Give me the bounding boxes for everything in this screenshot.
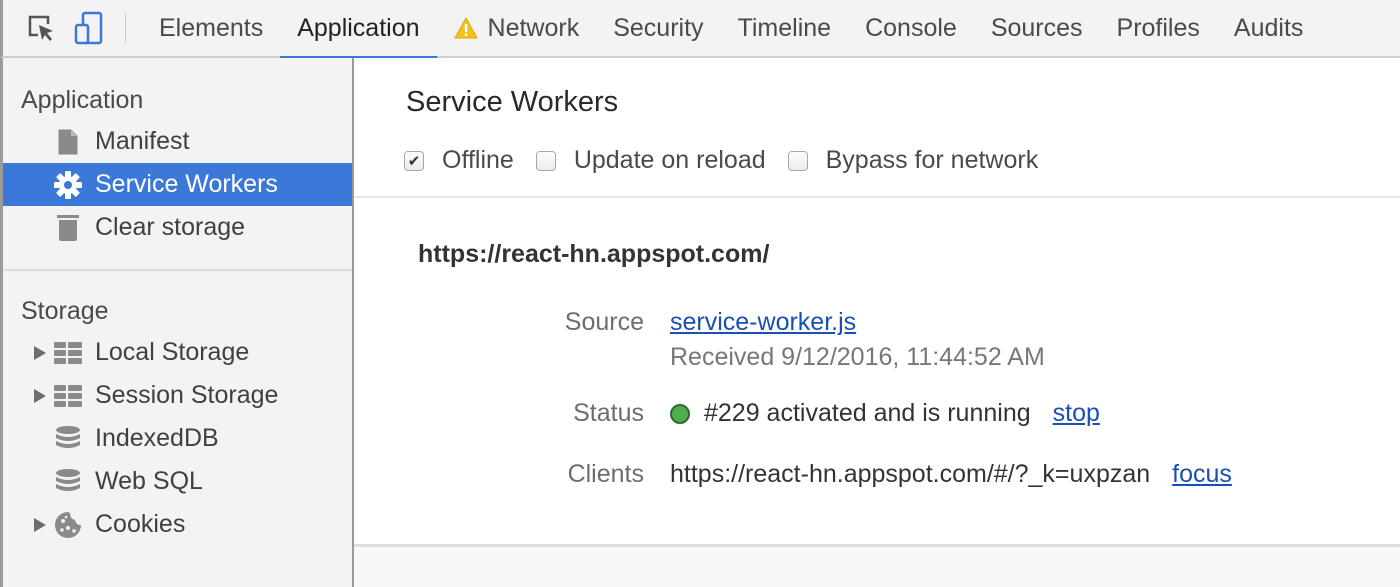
tab-label: Network — [487, 13, 580, 42]
database-icon — [53, 424, 83, 454]
sidebar-item-label: Session Storage — [95, 381, 279, 409]
tab-label: Console — [865, 13, 957, 42]
tab-elements[interactable]: Elements — [142, 0, 280, 57]
update-on-reload-checkbox[interactable]: Update on reload — [535, 146, 766, 175]
grid-icon — [53, 381, 83, 411]
tab-network[interactable]: Network — [437, 0, 597, 57]
checkbox-checked-icon[interactable]: ✔ — [404, 150, 424, 171]
status-label: Status — [573, 399, 644, 427]
option-label: Offline — [442, 146, 514, 174]
sidebar-item-clear-storage[interactable]: Clear storage — [3, 206, 352, 249]
section-divider — [354, 196, 1400, 198]
option-label: Update on reload — [573, 146, 766, 174]
offline-checkbox[interactable]: ✔ Offline — [404, 146, 514, 175]
tab-label: Security — [613, 13, 704, 42]
sidebar: Application Manifest Service Workers Cle… — [0, 58, 354, 587]
status-text: #229 activated and is running — [704, 399, 1031, 427]
sidebar-item-web-sql[interactable]: Web SQL — [3, 460, 352, 503]
tab-timeline[interactable]: Timeline — [721, 0, 849, 57]
source-value: service-worker.js — [670, 308, 856, 337]
expand-arrow-icon[interactable] — [33, 345, 51, 361]
devtools-toolbar: Elements Application Network Security Ti… — [0, 0, 1400, 59]
expand-arrow-icon[interactable] — [33, 388, 51, 404]
sidebar-item-cookies[interactable]: Cookies — [3, 503, 352, 546]
sidebar-item-label: Local Storage — [95, 338, 250, 366]
cookie-icon — [53, 510, 83, 540]
toolbar-divider — [125, 13, 126, 43]
tab-security[interactable]: Security — [596, 0, 720, 57]
tab-label: Sources — [990, 13, 1083, 42]
options-bar: ✔ Offline Update on reload Bypass for ne… — [404, 146, 1060, 175]
checkbox-unchecked-icon[interactable] — [535, 150, 556, 171]
trash-icon — [53, 213, 83, 243]
tab-label: Elements — [159, 13, 264, 42]
clients-label: Clients — [567, 460, 644, 488]
device-mode-icon[interactable] — [71, 10, 107, 46]
status-value: #229 activated and is running stop — [670, 399, 1100, 428]
grid-icon — [53, 338, 83, 368]
tab-sources[interactable]: Sources — [974, 0, 1100, 57]
gear-icon — [53, 170, 83, 200]
tab-profiles[interactable]: Profiles — [1100, 0, 1217, 57]
stop-link[interactable]: stop — [1053, 399, 1100, 428]
sidebar-item-label: IndexedDB — [95, 424, 219, 452]
source-link[interactable]: service-worker.js — [670, 308, 856, 337]
tab-console[interactable]: Console — [848, 0, 974, 57]
sidebar-item-label: Web SQL — [95, 467, 203, 495]
database-icon — [53, 467, 83, 497]
sidebar-item-local-storage[interactable]: Local Storage — [3, 331, 352, 374]
tab-label: Profiles — [1116, 13, 1200, 42]
page-title: Service Workers — [406, 86, 619, 118]
empty-area — [354, 547, 1400, 587]
sidebar-item-label: Cookies — [95, 510, 186, 538]
sidebar-item-session-storage[interactable]: Session Storage — [3, 374, 352, 417]
tab-audits[interactable]: Audits — [1217, 0, 1320, 57]
sidebar-item-manifest[interactable]: Manifest — [3, 120, 352, 163]
source-label: Source — [564, 308, 644, 336]
expand-arrow-icon[interactable] — [33, 517, 51, 533]
tab-label: Application — [297, 13, 420, 42]
sidebar-item-service-workers[interactable]: Service Workers — [3, 163, 352, 206]
bypass-for-network-checkbox[interactable]: Bypass for network — [787, 146, 1039, 175]
tab-application[interactable]: Application — [280, 0, 437, 59]
tab-label: Timeline — [737, 13, 832, 42]
sidebar-item-label: Clear storage — [95, 213, 246, 241]
service-workers-panel: Service Workers ✔ Offline Update on relo… — [354, 58, 1400, 587]
tab-label: Audits — [1233, 13, 1304, 42]
status-running-icon — [670, 403, 690, 424]
received-timestamp: Received 9/12/2016, 11:44:52 AM — [670, 343, 1045, 371]
sidebar-item-indexeddb[interactable]: IndexedDB — [3, 417, 352, 460]
clients-value: https://react-hn.appspot.com/#/?_k=uxpza… — [670, 460, 1232, 489]
warning-icon — [453, 17, 478, 39]
sidebar-item-label: Manifest — [95, 127, 190, 155]
worker-origin: https://react-hn.appspot.com/ — [418, 240, 770, 268]
option-label: Bypass for network — [825, 146, 1039, 174]
client-url: https://react-hn.appspot.com/#/?_k=uxpza… — [670, 460, 1151, 488]
section-title-storage: Storage — [21, 296, 109, 325]
sidebar-divider — [3, 269, 352, 271]
focus-link[interactable]: focus — [1172, 460, 1232, 489]
inspect-element-icon[interactable] — [23, 10, 59, 46]
checkbox-unchecked-icon[interactable] — [787, 150, 808, 171]
sidebar-item-label: Service Workers — [95, 170, 278, 198]
section-title-application: Application — [21, 85, 144, 114]
document-icon — [53, 127, 83, 157]
